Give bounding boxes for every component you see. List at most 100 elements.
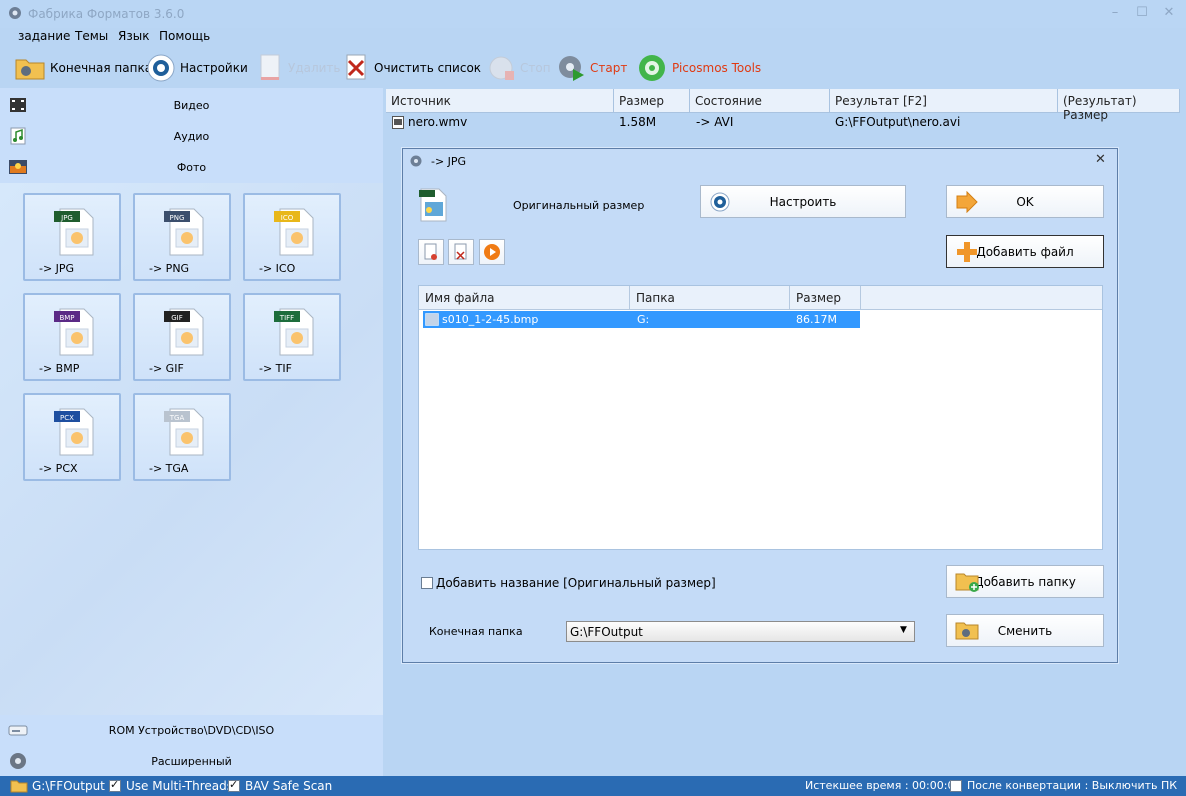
output-folder-button[interactable]: Конечная папка bbox=[14, 50, 152, 86]
chevron-down-icon: ▼ bbox=[900, 625, 907, 635]
add-name-checkbox[interactable] bbox=[421, 577, 433, 589]
column-result-size[interactable]: (Результат) Размер bbox=[1058, 89, 1180, 122]
format-label: -> PNG bbox=[149, 262, 190, 275]
original-size-label: Оригинальный размер bbox=[513, 199, 645, 212]
play-icon bbox=[484, 244, 500, 260]
format-tile-ico[interactable]: ICO -> ICO bbox=[243, 193, 341, 281]
add-folder-icon bbox=[955, 573, 979, 592]
add-folder-button[interactable]: Добавить папку bbox=[946, 565, 1104, 598]
format-tag: PCX bbox=[60, 414, 74, 422]
format-label: -> ICO bbox=[259, 262, 296, 275]
start-icon bbox=[559, 56, 584, 81]
column-size[interactable]: Размер bbox=[614, 89, 690, 113]
category-advanced[interactable]: Расширенный bbox=[0, 746, 383, 776]
close-button[interactable]: ✕ bbox=[1158, 4, 1180, 22]
status-output-folder[interactable]: G:\FFOutput bbox=[32, 779, 105, 793]
column-filename[interactable]: Имя файла bbox=[419, 286, 630, 310]
table-row[interactable]: s010_1-2-45.bmp G: 86.17M bbox=[423, 311, 860, 328]
add-name-checkbox-label: Добавить название [Оригинальный размер] bbox=[436, 576, 716, 590]
settings-button[interactable]: Настройки bbox=[146, 50, 248, 86]
category-video[interactable]: Видео bbox=[0, 90, 383, 120]
ok-label: OK bbox=[1016, 194, 1034, 209]
category-audio[interactable]: Аудио bbox=[0, 121, 383, 151]
photo-format-grid: JPG -> JPG PNG -> PNG ICO -> ICO BMP -> BMP GIF -… bbox=[0, 183, 383, 715]
multithreads-label: Use Multi-Threads bbox=[126, 779, 234, 793]
start-label: Старт bbox=[590, 61, 628, 75]
start-button[interactable]: Старт bbox=[556, 50, 627, 86]
category-photo[interactable]: Фото bbox=[0, 152, 383, 182]
format-tile-bmp[interactable]: BMP -> BMP bbox=[23, 293, 121, 381]
column-empty bbox=[861, 286, 1102, 310]
title-bar: Фабрика Форматов 3.6.0 – ☐ ✕ bbox=[0, 0, 1186, 28]
picosmos-label: Picosmos Tools bbox=[672, 61, 762, 75]
delete-label: Удалить bbox=[288, 61, 341, 75]
bav-checkbox[interactable] bbox=[228, 778, 240, 792]
category-photo-label: Фото bbox=[176, 161, 207, 174]
format-label: -> JPG bbox=[39, 262, 75, 275]
column-source[interactable]: Источник bbox=[386, 89, 614, 113]
output-folder-label: Конечная папка bbox=[50, 61, 153, 75]
clear-list-button[interactable]: Очистить список bbox=[344, 50, 481, 86]
stop-icon bbox=[489, 56, 514, 80]
delete-button[interactable]: Удалить bbox=[258, 50, 341, 86]
format-label: -> PCX bbox=[39, 462, 78, 475]
column-folder[interactable]: Папка bbox=[630, 286, 790, 310]
picosmos-tools-button[interactable]: Picosmos Tools bbox=[636, 50, 761, 86]
clear-files-button[interactable] bbox=[448, 239, 474, 265]
dialog-close-icon[interactable]: ✕ bbox=[1095, 152, 1106, 167]
row-state: -> AVI bbox=[696, 115, 734, 129]
jpg-conversion-dialog: -> JPG ✕ Оригинальный размер Настроить O… bbox=[402, 148, 1118, 663]
category-video-label: Видео bbox=[173, 99, 210, 112]
column-filesize[interactable]: Размер bbox=[790, 286, 861, 310]
pcx-file-icon: PCX bbox=[54, 408, 94, 456]
configure-button[interactable]: Настроить bbox=[700, 185, 906, 218]
maximize-button[interactable]: ☐ bbox=[1131, 4, 1153, 22]
menu-language[interactable]: Язык bbox=[118, 29, 149, 43]
format-tag: TGA bbox=[169, 414, 185, 422]
output-folder-select[interactable]: G:\FFOutput ▼ bbox=[566, 621, 915, 642]
window-title: Фабрика Форматов 3.6.0 bbox=[28, 7, 185, 21]
multithreads-checkbox[interactable] bbox=[109, 778, 121, 792]
file-name: s010_1-2-45.bmp bbox=[442, 313, 539, 326]
format-tile-tiff[interactable]: TIFF -> TIF bbox=[243, 293, 341, 381]
menu-task[interactable]: задание bbox=[18, 29, 70, 43]
remove-file-button[interactable] bbox=[418, 239, 444, 265]
output-folder-label: Конечная папка bbox=[429, 625, 523, 638]
change-folder-button[interactable]: Сменить bbox=[946, 614, 1104, 647]
format-label: -> TGA bbox=[149, 462, 189, 475]
row-result: G:\FFOutput\nero.avi bbox=[835, 115, 961, 129]
stop-label: Стоп bbox=[520, 61, 551, 75]
ok-button[interactable]: OK bbox=[946, 185, 1104, 218]
tga-file-icon: TGA bbox=[164, 408, 204, 456]
column-result[interactable]: Результат [F2] bbox=[830, 89, 1058, 113]
arrow-right-icon bbox=[956, 190, 978, 213]
bmp-file-icon bbox=[425, 313, 439, 326]
format-tile-jpg[interactable]: JPG -> JPG bbox=[23, 193, 121, 281]
stop-button[interactable]: Стоп bbox=[486, 50, 551, 86]
file-folder: G: bbox=[637, 313, 650, 326]
menu-themes[interactable]: Темы bbox=[75, 29, 108, 43]
folder-icon bbox=[15, 59, 45, 80]
ico-file-icon: ICO bbox=[274, 208, 314, 256]
add-folder-label: Добавить папку bbox=[974, 574, 1076, 589]
category-rom[interactable]: ROM Устройство\DVD\CD\ISO bbox=[0, 715, 383, 745]
format-tile-pcx[interactable]: PCX -> PCX bbox=[23, 393, 121, 481]
format-tile-gif[interactable]: GIF -> GIF bbox=[133, 293, 231, 381]
column-state[interactable]: Состояние bbox=[690, 89, 830, 113]
elapsed-time: Истекшее время : 00:00:00 bbox=[805, 779, 962, 792]
minimize-button[interactable]: – bbox=[1104, 4, 1126, 22]
bav-label: BAV Safe Scan bbox=[245, 779, 333, 793]
video-file-icon bbox=[392, 116, 404, 129]
png-file-icon: PNG bbox=[164, 208, 204, 256]
menu-help[interactable]: Помощь bbox=[159, 29, 210, 43]
format-tile-png[interactable]: PNG -> PNG bbox=[133, 193, 231, 281]
format-tile-tga[interactable]: TGA -> TGA bbox=[133, 393, 231, 481]
add-file-button[interactable]: Добавить файл bbox=[946, 235, 1104, 268]
file-size: 86.17M bbox=[796, 313, 837, 326]
play-preview-button[interactable] bbox=[479, 239, 505, 265]
format-label: -> BMP bbox=[39, 362, 80, 375]
clear-files-icon bbox=[454, 243, 467, 260]
after-conversion-checkbox[interactable] bbox=[950, 780, 962, 792]
format-tag: JPG bbox=[60, 214, 73, 222]
bmp-file-icon: BMP bbox=[54, 308, 94, 356]
